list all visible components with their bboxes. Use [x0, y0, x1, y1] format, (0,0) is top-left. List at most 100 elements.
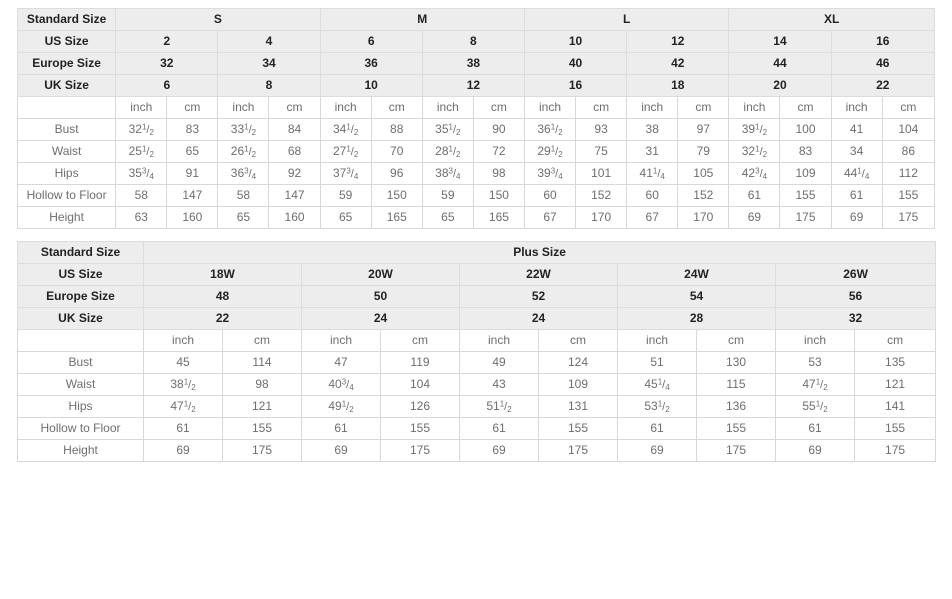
- measurement-inch: 58: [217, 184, 270, 207]
- measurement-inch: 61: [143, 417, 223, 440]
- measurement-inch: 60: [523, 184, 577, 207]
- measurement-inch: 291/2: [523, 140, 577, 163]
- plus-europe-size-value: 54: [617, 285, 776, 308]
- europe-size-value: 38: [421, 52, 525, 75]
- measurement-inch: 38: [626, 118, 679, 141]
- measurement-inch: 65: [421, 206, 474, 229]
- plus-us-size-value: 20W: [301, 263, 460, 286]
- measurement-cm: 79: [677, 140, 730, 163]
- table-row: Waist 251/2 65 261/2 68 271/2 70 281/2 7…: [16, 140, 936, 163]
- unit-inch: inch: [459, 329, 539, 352]
- us-size-value: 8: [421, 30, 525, 53]
- measurement-cm: 165: [370, 206, 423, 229]
- measurement-inch: 31: [626, 140, 679, 163]
- measurement-cm: 114: [222, 351, 302, 374]
- measurement-inch: 69: [775, 439, 855, 462]
- measurement-inch: 393/4: [523, 162, 577, 185]
- measurement-inch: 67: [626, 206, 679, 229]
- europe-size-value: 44: [728, 52, 832, 75]
- measurement-cm: 155: [779, 184, 832, 207]
- measurement-cm: 96: [370, 162, 423, 185]
- measurement-cm: 175: [853, 439, 937, 462]
- plus-uk-size-value: 24: [459, 307, 618, 330]
- measurement-label: Bust: [17, 351, 144, 374]
- us-size-value: 14: [728, 30, 832, 53]
- plus-us-size-value: 24W: [617, 263, 776, 286]
- table-row: Bust 45 114 47 119 49 124 51 130 53 135: [17, 351, 937, 374]
- measurement-cm: 109: [779, 162, 832, 185]
- measurement-inch: 34: [830, 140, 883, 163]
- measurement-label: Height: [16, 206, 117, 229]
- unit-header-row: inch cm inch cm inch cm inch cm inch cm …: [16, 96, 936, 119]
- us-size-value: 12: [626, 30, 730, 53]
- plus-uk-size-value: 28: [617, 307, 776, 330]
- standard-size-table: Standard Size S M L XL US Size 2 4 6 8 1…: [16, 8, 936, 229]
- measurement-inch: 491/2: [301, 395, 381, 418]
- measurement-cm: 155: [696, 417, 776, 440]
- unit-inch: inch: [217, 96, 270, 119]
- plus-us-size-row: US Size 18W 20W 22W 24W 26W: [17, 263, 937, 286]
- measurement-inch: 403/4: [301, 373, 381, 396]
- measurement-cm: 119: [380, 351, 460, 374]
- measurement-inch: 59: [319, 184, 372, 207]
- plus-europe-size-label: Europe Size: [17, 285, 144, 308]
- measurement-cm: 109: [538, 373, 618, 396]
- plus-standard-size-label: Standard Size: [17, 241, 144, 264]
- measurement-inch: 363/4: [217, 162, 270, 185]
- measurement-inch: 41: [830, 118, 883, 141]
- measurement-label: Height: [17, 439, 144, 462]
- measurement-inch: 47: [301, 351, 381, 374]
- measurement-inch: 65: [217, 206, 270, 229]
- measurement-inch: 61: [301, 417, 381, 440]
- measurement-cm: 170: [575, 206, 628, 229]
- measurement-cm: 92: [268, 162, 321, 185]
- uk-size-value: 8: [217, 74, 321, 97]
- measurement-cm: 115: [696, 373, 776, 396]
- table-row: Bust 321/2 83 331/2 84 341/2 88 351/2 90…: [16, 118, 936, 141]
- measurement-inch: 281/2: [421, 140, 474, 163]
- us-size-value: 4: [217, 30, 321, 53]
- table-row: Height 63 160 65 160 65 165 65 165 67 17…: [16, 206, 936, 229]
- measurement-inch: 331/2: [217, 118, 270, 141]
- plus-europe-size-value: 50: [301, 285, 460, 308]
- unit-inch: inch: [319, 96, 372, 119]
- unit-row-corner: [16, 96, 117, 119]
- us-size-row: US Size 2 4 6 8 10 12 14 16: [16, 30, 936, 53]
- plus-us-size-value: 22W: [459, 263, 618, 286]
- measurement-inch: 61: [830, 184, 883, 207]
- measurement-cm: 93: [575, 118, 628, 141]
- measurement-cm: 160: [166, 206, 219, 229]
- standard-size-group-row: Standard Size S M L XL: [16, 8, 935, 31]
- measurement-cm: 124: [538, 351, 618, 374]
- uk-size-value: 12: [421, 74, 525, 97]
- measurement-cm: 141: [853, 395, 937, 418]
- unit-inch: inch: [775, 329, 855, 352]
- unit-cm: cm: [853, 329, 937, 352]
- measurement-inch: 351/2: [421, 118, 474, 141]
- unit-inch: inch: [626, 96, 679, 119]
- plus-standard-size-row: Standard Size Plus Size: [17, 241, 937, 264]
- size-group-l: L: [523, 8, 730, 31]
- plus-unit-row-corner: [17, 329, 144, 352]
- measurement-cm: 101: [575, 162, 628, 185]
- measurement-inch: 511/2: [459, 395, 539, 418]
- measurement-inch: 60: [626, 184, 679, 207]
- measurement-inch: 423/4: [728, 162, 781, 185]
- measurement-cm: 98: [222, 373, 302, 396]
- measurement-inch: 373/4: [319, 162, 372, 185]
- europe-size-label: Europe Size: [16, 52, 117, 75]
- measurement-cm: 105: [677, 162, 730, 185]
- measurement-cm: 147: [166, 184, 219, 207]
- plus-size-title: Plus Size: [142, 241, 937, 264]
- us-size-value: 2: [115, 30, 219, 53]
- measurement-inch: 59: [421, 184, 474, 207]
- uk-size-value: 6: [115, 74, 219, 97]
- unit-cm: cm: [881, 96, 936, 119]
- measurement-cm: 155: [222, 417, 302, 440]
- unit-cm: cm: [472, 96, 525, 119]
- plus-europe-size-value: 52: [459, 285, 618, 308]
- unit-cm: cm: [538, 329, 618, 352]
- europe-size-value: 46: [830, 52, 936, 75]
- measurement-cm: 131: [538, 395, 618, 418]
- europe-size-value: 36: [319, 52, 423, 75]
